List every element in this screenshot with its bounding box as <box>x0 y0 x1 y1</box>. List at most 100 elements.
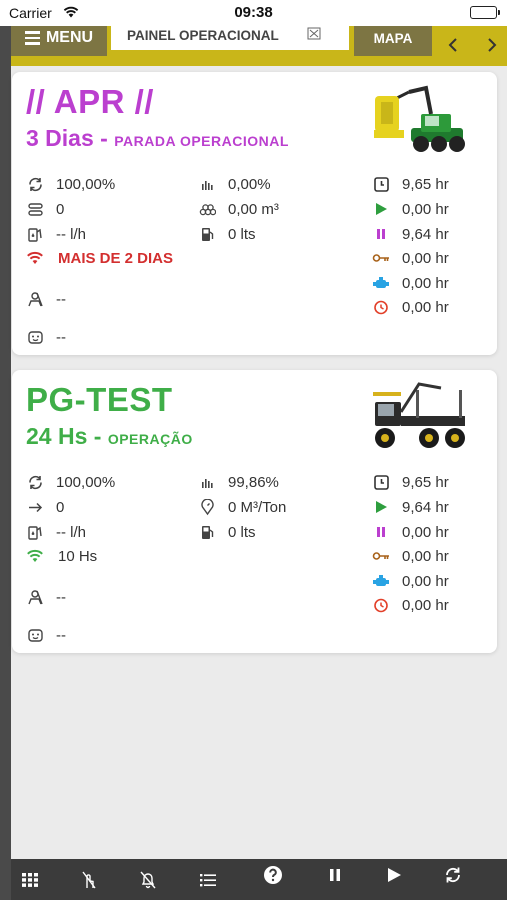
machine-card[interactable]: PG-TEST 24 Hs - OPERAÇÃO 100,00% 0 -- l/… <box>12 370 497 653</box>
bars-icon <box>198 473 216 491</box>
gauge-pin-icon <box>198 498 216 516</box>
supervisor-stat: -- <box>26 626 66 644</box>
clock: 09:38 <box>234 4 273 21</box>
idle-hours-stat: 0,00 hr <box>372 572 449 590</box>
status-duration: 24 Hs - <box>26 423 108 449</box>
availability-value: 100,00% <box>56 175 116 193</box>
arrow-right-icon <box>26 498 44 516</box>
fuel-value: 0 lts <box>228 225 256 243</box>
alarm-clock-icon <box>372 596 390 614</box>
machine-status: 24 Hs - OPERAÇÃO <box>26 423 193 450</box>
idle-hours-value: 0,00 hr <box>402 572 449 590</box>
fuel-pump-icon <box>198 225 216 243</box>
machine-name: // APR // <box>26 83 154 120</box>
efficiency-value: 99,86% <box>228 473 279 491</box>
availability-value: 100,00% <box>56 473 116 491</box>
operator-icon <box>26 290 44 308</box>
idle-hours-value: 0,00 hr <box>402 274 449 292</box>
machine-name: PG-TEST <box>26 381 173 418</box>
production-value: 0 M³/Ton <box>228 498 287 516</box>
forwarder-image <box>371 376 471 454</box>
battery-icon <box>470 6 500 19</box>
wrench-icon <box>372 547 390 565</box>
working-hours-stat: 0,00 hr <box>372 200 449 218</box>
pause-icon <box>372 225 390 243</box>
connection-stat: MAIS DE 2 DIAS <box>26 249 173 267</box>
cycle-icon <box>26 175 44 193</box>
paused-hours-value: 9,64 hr <box>402 225 449 243</box>
close-tab-icon[interactable] <box>307 27 321 43</box>
efficiency-stat: 0,00% <box>198 175 271 193</box>
tab-label: PAINEL OPERACIONAL <box>127 27 279 43</box>
engine-hours-stat: 9,65 hr <box>372 473 449 491</box>
other-hours-stat: 0,00 hr <box>372 596 449 614</box>
log-icon <box>26 200 44 218</box>
fuel-stat: 0 lts <box>198 225 256 243</box>
play-icon <box>372 498 390 516</box>
bars-icon <box>198 175 216 193</box>
engine-hours-stat: 9,65 hr <box>372 175 449 193</box>
face-icon <box>26 626 44 644</box>
fuel-rate-stat: -- l/h <box>26 523 86 541</box>
help-icon[interactable] <box>262 864 284 886</box>
working-hours-value: 9,64 hr <box>402 498 449 516</box>
hamburger-icon <box>24 31 40 45</box>
working-hours-value: 0,00 hr <box>402 200 449 218</box>
fuel-rate-value: -- l/h <box>56 225 86 243</box>
menu-label: MENU <box>45 29 94 46</box>
other-hours-value: 0,00 hr <box>402 298 449 316</box>
chevron-right-icon[interactable] <box>481 35 501 55</box>
other-hours-stat: 0,00 hr <box>372 298 449 316</box>
wifi-icon <box>26 249 44 267</box>
bell-off-icon[interactable] <box>137 869 159 891</box>
status-duration: 3 Dias - <box>26 125 115 151</box>
engine-hours-value: 9,65 hr <box>402 175 449 193</box>
face-icon <box>26 328 44 346</box>
play-icon[interactable] <box>383 864 405 886</box>
availability-stat: 100,00% <box>26 175 115 193</box>
fuel-drop-icon <box>26 523 44 541</box>
fuel-rate-stat: -- l/h <box>26 225 86 243</box>
count-stat: 0 <box>26 498 64 516</box>
efficiency-stat: 99,86% <box>198 473 279 491</box>
other-hours-value: 0,00 hr <box>402 596 449 614</box>
left-edge <box>0 0 11 900</box>
production-stat: 0 M³/Ton <box>198 498 286 516</box>
no-touch-icon[interactable] <box>78 869 100 891</box>
pause-icon[interactable] <box>324 864 346 886</box>
supervisor-value: -- <box>56 626 66 644</box>
count-stat: 0 <box>26 200 64 218</box>
refresh-icon[interactable] <box>442 864 464 886</box>
engine-clock-icon <box>372 175 390 193</box>
fuel-drop-icon <box>26 225 44 243</box>
grid-icon[interactable] <box>19 869 41 891</box>
operator-value: -- <box>56 290 66 308</box>
connection-value: MAIS DE 2 DIAS <box>58 249 174 267</box>
alarm-clock-icon <box>372 298 390 316</box>
cycle-icon <box>26 473 44 491</box>
working-hours-stat: 9,64 hr <box>372 498 449 516</box>
wifi-icon <box>26 547 44 565</box>
list-icon[interactable] <box>197 869 219 891</box>
logs-stack-icon <box>198 200 216 218</box>
status-state: OPERAÇÃO <box>107 431 193 447</box>
top-nav: MENU PAINEL OPERACIONAL MAPA <box>11 20 507 66</box>
paused-hours-value: 0,00 hr <box>402 523 449 541</box>
pause-icon <box>372 523 390 541</box>
bottom-toolbar <box>11 859 507 900</box>
availability-stat: 100,00% <box>26 473 115 491</box>
idle-hours-stat: 0,00 hr <box>372 274 449 292</box>
engine-hours-value: 9,65 hr <box>402 473 449 491</box>
fuel-value: 0 lts <box>228 523 256 541</box>
paused-hours-stat: 9,64 hr <box>372 225 449 243</box>
machine-card[interactable]: // APR // 3 Dias - PARADA OPERACIONAL 10… <box>12 72 497 355</box>
fuel-stat: 0 lts <box>198 523 256 541</box>
operator-stat: -- <box>26 290 66 308</box>
production-stat: 0,00 m³ <box>198 200 279 218</box>
operator-value: -- <box>56 588 66 606</box>
tab-label: MAPA <box>373 30 413 46</box>
fuel-pump-icon <box>198 523 216 541</box>
chevron-left-icon[interactable] <box>444 35 464 55</box>
engine-clock-icon <box>372 473 390 491</box>
count-value: 0 <box>56 498 65 516</box>
